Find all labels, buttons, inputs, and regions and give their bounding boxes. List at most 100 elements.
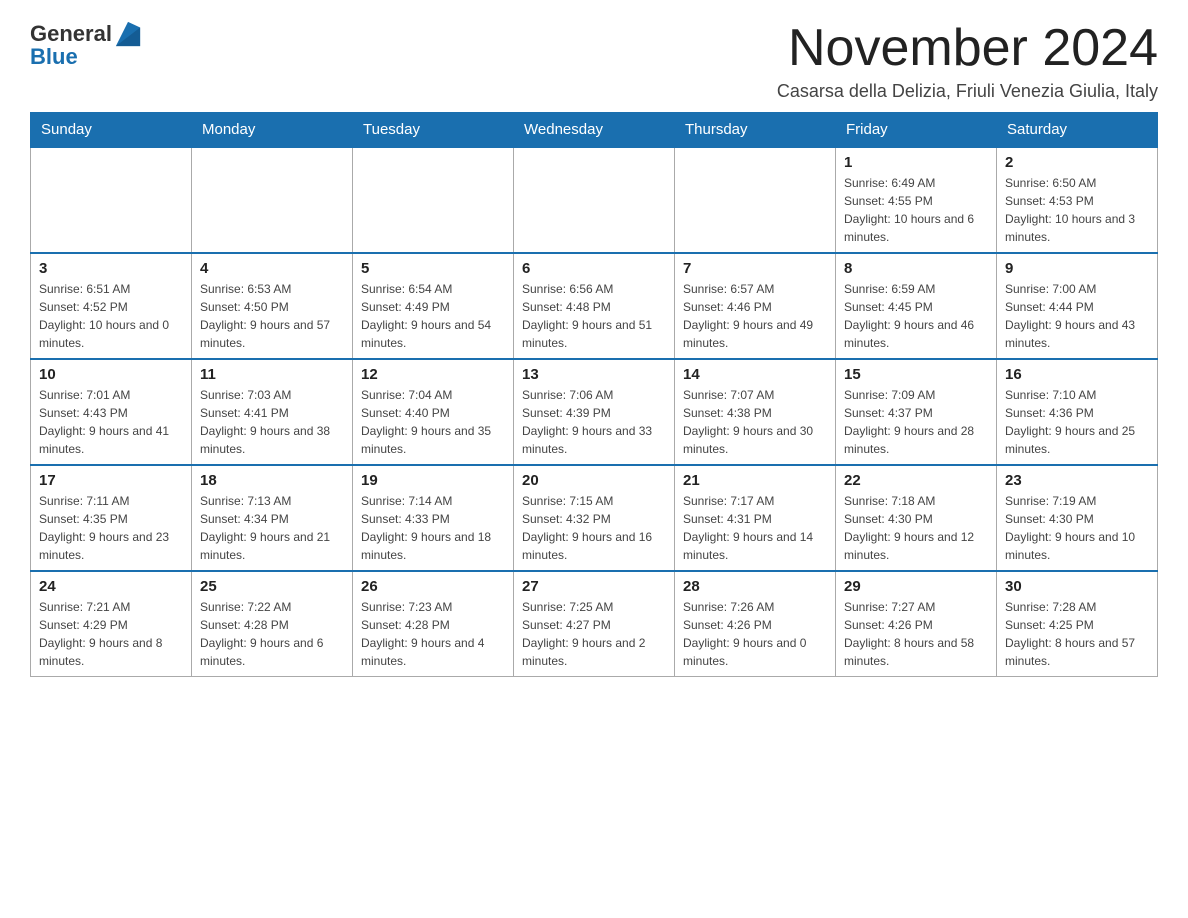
- day-number: 19: [361, 472, 505, 489]
- day-number: 5: [361, 260, 505, 277]
- day-number: 25: [200, 578, 344, 595]
- day-info: Sunrise: 7:19 AMSunset: 4:30 PMDaylight:…: [1005, 492, 1149, 564]
- calendar-cell: 22 Sunrise: 7:18 AMSunset: 4:30 PMDayligh…: [836, 465, 997, 571]
- calendar-cell: 18 Sunrise: 7:13 AMSunset: 4:34 PMDayligh…: [192, 465, 353, 571]
- month-title: November 2024: [777, 20, 1158, 77]
- calendar-table: SundayMondayTuesdayWednesdayThursdayFrid…: [30, 112, 1158, 677]
- day-info: Sunrise: 7:06 AMSunset: 4:39 PMDaylight:…: [522, 386, 666, 458]
- day-number: 28: [683, 578, 827, 595]
- calendar-cell: 27Sunrise: 7:25 AMSunset: 4:27 PMDayligh…: [514, 571, 675, 677]
- day-number: 6: [522, 260, 666, 277]
- calendar-week-row: 17 Sunrise: 7:11 AMSunset: 4:35 PMDayligh…: [31, 465, 1158, 571]
- day-number: 20: [522, 472, 666, 489]
- calendar-cell: [31, 147, 192, 253]
- day-number: 14: [683, 366, 827, 383]
- calendar-week-row: 1 Sunrise: 6:49 AMSunset: 4:55 PMDaylight…: [31, 147, 1158, 253]
- day-info: Sunrise: 6:56 AMSunset: 4:48 PMDaylight:…: [522, 280, 666, 352]
- calendar-cell: 26 Sunrise: 7:23 AMSunset: 4:28 PMDayligh…: [353, 571, 514, 677]
- day-info: Sunrise: 7:13 AMSunset: 4:34 PMDaylight:…: [200, 492, 344, 564]
- day-number: 22: [844, 472, 988, 489]
- day-info: Sunrise: 7:01 AMSunset: 4:43 PMDaylight:…: [39, 386, 183, 458]
- calendar-cell: 3 Sunrise: 6:51 AMSunset: 4:52 PMDaylight…: [31, 253, 192, 359]
- day-info: Sunrise: 7:18 AMSunset: 4:30 PMDaylight:…: [844, 492, 988, 564]
- day-number: 24: [39, 578, 183, 595]
- column-header-monday: Monday: [192, 113, 353, 148]
- day-info: Sunrise: 7:03 AMSunset: 4:41 PMDaylight:…: [200, 386, 344, 458]
- page-header: General Blue November 2024 Casarsa della…: [30, 20, 1158, 102]
- day-info: Sunrise: 7:17 AMSunset: 4:31 PMDaylight:…: [683, 492, 827, 564]
- calendar-cell: 20 Sunrise: 7:15 AMSunset: 4:32 PMDayligh…: [514, 465, 675, 571]
- location-subtitle: Casarsa della Delizia, Friuli Venezia Gi…: [777, 81, 1158, 102]
- day-info: Sunrise: 7:22 AMSunset: 4:28 PMDaylight:…: [200, 598, 344, 670]
- calendar-cell: 1 Sunrise: 6:49 AMSunset: 4:55 PMDaylight…: [836, 147, 997, 253]
- calendar-cell: 17 Sunrise: 7:11 AMSunset: 4:35 PMDayligh…: [31, 465, 192, 571]
- logo-blue-text: Blue: [30, 44, 78, 70]
- day-info: Sunrise: 7:14 AMSunset: 4:33 PMDaylight:…: [361, 492, 505, 564]
- day-number: 15: [844, 366, 988, 383]
- day-info: Sunrise: 7:00 AMSunset: 4:44 PMDaylight:…: [1005, 280, 1149, 352]
- day-info: Sunrise: 7:11 AMSunset: 4:35 PMDaylight:…: [39, 492, 183, 564]
- calendar-header-row: SundayMondayTuesdayWednesdayThursdayFrid…: [31, 113, 1158, 148]
- day-number: 27: [522, 578, 666, 595]
- column-header-friday: Friday: [836, 113, 997, 148]
- day-info: Sunrise: 7:27 AMSunset: 4:26 PMDaylight:…: [844, 598, 988, 670]
- day-number: 23: [1005, 472, 1149, 489]
- day-info: Sunrise: 6:50 AMSunset: 4:53 PMDaylight:…: [1005, 174, 1149, 246]
- calendar-cell: 9 Sunrise: 7:00 AMSunset: 4:44 PMDaylight…: [997, 253, 1158, 359]
- calendar-cell: 24 Sunrise: 7:21 AMSunset: 4:29 PMDayligh…: [31, 571, 192, 677]
- day-info: Sunrise: 7:15 AMSunset: 4:32 PMDaylight:…: [522, 492, 666, 564]
- day-number: 26: [361, 578, 505, 595]
- day-info: Sunrise: 6:49 AMSunset: 4:55 PMDaylight:…: [844, 174, 988, 246]
- calendar-cell: 11Sunrise: 7:03 AMSunset: 4:41 PMDayligh…: [192, 359, 353, 465]
- column-header-tuesday: Tuesday: [353, 113, 514, 148]
- day-info: Sunrise: 6:59 AMSunset: 4:45 PMDaylight:…: [844, 280, 988, 352]
- calendar-cell: 4 Sunrise: 6:53 AMSunset: 4:50 PMDaylight…: [192, 253, 353, 359]
- day-info: Sunrise: 6:51 AMSunset: 4:52 PMDaylight:…: [39, 280, 183, 352]
- calendar-cell: [675, 147, 836, 253]
- calendar-week-row: 24 Sunrise: 7:21 AMSunset: 4:29 PMDayligh…: [31, 571, 1158, 677]
- day-number: 18: [200, 472, 344, 489]
- calendar-cell: 12 Sunrise: 7:04 AMSunset: 4:40 PMDayligh…: [353, 359, 514, 465]
- calendar-cell: 25 Sunrise: 7:22 AMSunset: 4:28 PMDayligh…: [192, 571, 353, 677]
- calendar-cell: 13 Sunrise: 7:06 AMSunset: 4:39 PMDayligh…: [514, 359, 675, 465]
- calendar-cell: [514, 147, 675, 253]
- column-header-wednesday: Wednesday: [514, 113, 675, 148]
- calendar-cell: 2Sunrise: 6:50 AMSunset: 4:53 PMDaylight…: [997, 147, 1158, 253]
- title-section: November 2024 Casarsa della Delizia, Fri…: [777, 20, 1158, 102]
- day-number: 17: [39, 472, 183, 489]
- day-info: Sunrise: 6:53 AMSunset: 4:50 PMDaylight:…: [200, 280, 344, 352]
- day-number: 9: [1005, 260, 1149, 277]
- day-number: 1: [844, 154, 988, 171]
- day-number: 10: [39, 366, 183, 383]
- day-info: Sunrise: 7:09 AMSunset: 4:37 PMDaylight:…: [844, 386, 988, 458]
- logo: General Blue: [30, 20, 142, 70]
- calendar-week-row: 10 Sunrise: 7:01 AMSunset: 4:43 PMDayligh…: [31, 359, 1158, 465]
- calendar-cell: 29Sunrise: 7:27 AMSunset: 4:26 PMDayligh…: [836, 571, 997, 677]
- calendar-cell: 28 Sunrise: 7:26 AMSunset: 4:26 PMDayligh…: [675, 571, 836, 677]
- calendar-cell: 21Sunrise: 7:17 AMSunset: 4:31 PMDayligh…: [675, 465, 836, 571]
- day-info: Sunrise: 7:23 AMSunset: 4:28 PMDaylight:…: [361, 598, 505, 670]
- calendar-cell: 10 Sunrise: 7:01 AMSunset: 4:43 PMDayligh…: [31, 359, 192, 465]
- day-info: Sunrise: 7:26 AMSunset: 4:26 PMDaylight:…: [683, 598, 827, 670]
- day-number: 16: [1005, 366, 1149, 383]
- calendar-cell: 19 Sunrise: 7:14 AMSunset: 4:33 PMDayligh…: [353, 465, 514, 571]
- day-info: Sunrise: 7:10 AMSunset: 4:36 PMDaylight:…: [1005, 386, 1149, 458]
- day-number: 13: [522, 366, 666, 383]
- column-header-thursday: Thursday: [675, 113, 836, 148]
- day-number: 12: [361, 366, 505, 383]
- calendar-cell: [192, 147, 353, 253]
- calendar-cell: 14 Sunrise: 7:07 AMSunset: 4:38 PMDayligh…: [675, 359, 836, 465]
- calendar-cell: [353, 147, 514, 253]
- day-number: 3: [39, 260, 183, 277]
- day-number: 7: [683, 260, 827, 277]
- day-info: Sunrise: 7:28 AMSunset: 4:25 PMDaylight:…: [1005, 598, 1149, 670]
- day-info: Sunrise: 7:21 AMSunset: 4:29 PMDaylight:…: [39, 598, 183, 670]
- column-header-saturday: Saturday: [997, 113, 1158, 148]
- calendar-cell: 6 Sunrise: 6:56 AMSunset: 4:48 PMDaylight…: [514, 253, 675, 359]
- day-info: Sunrise: 7:04 AMSunset: 4:40 PMDaylight:…: [361, 386, 505, 458]
- calendar-cell: 23 Sunrise: 7:19 AMSunset: 4:30 PMDayligh…: [997, 465, 1158, 571]
- logo-icon: [114, 20, 142, 48]
- day-number: 4: [200, 260, 344, 277]
- calendar-cell: 15 Sunrise: 7:09 AMSunset: 4:37 PMDayligh…: [836, 359, 997, 465]
- day-info: Sunrise: 7:07 AMSunset: 4:38 PMDaylight:…: [683, 386, 827, 458]
